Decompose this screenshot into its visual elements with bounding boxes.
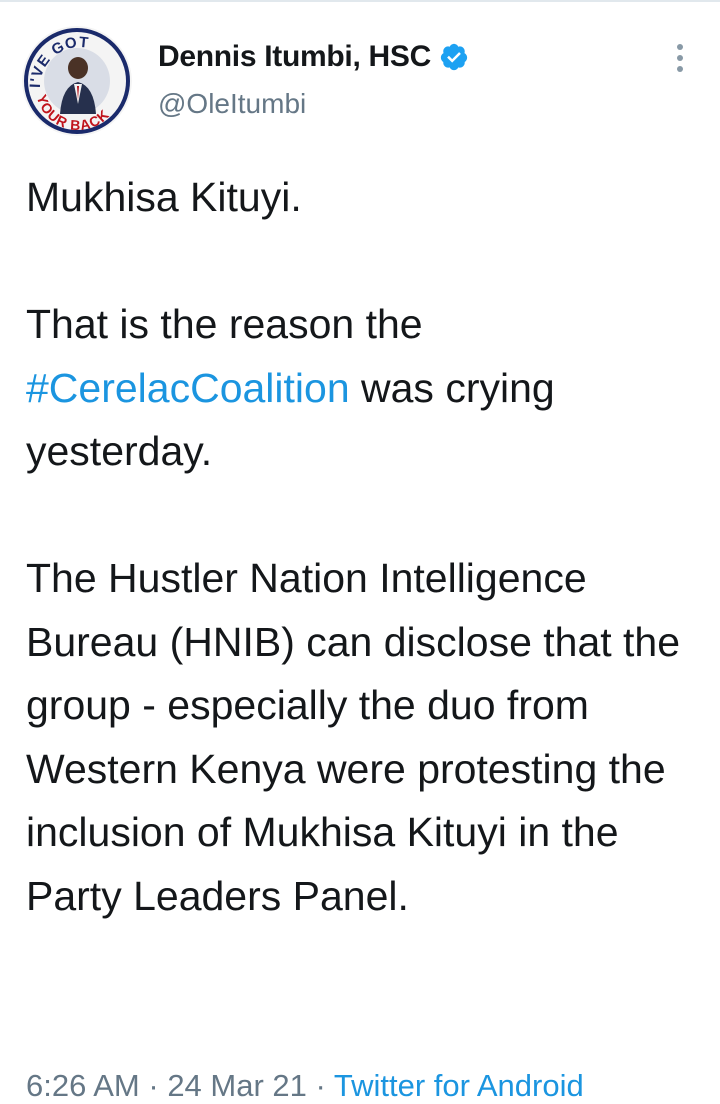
verified-badge-icon: [439, 42, 469, 72]
author-display-name[interactable]: Dennis Itumbi, HSC: [158, 40, 431, 74]
top-divider: [0, 0, 720, 2]
tweet-text: Mukhisa Kituyi. That is the reason the #…: [26, 166, 696, 928]
tweet-paragraph-3: The Hustler Nation Intelligence Bureau (…: [26, 555, 681, 919]
tweet-date[interactable]: 24 Mar 21: [167, 1068, 307, 1103]
tweet-paragraph-1: Mukhisa Kituyi.: [26, 174, 302, 220]
tweet-paragraph-2: That is the reason the #CerelacCoalition…: [26, 301, 555, 474]
tweet-source-link[interactable]: Twitter for Android: [334, 1068, 584, 1103]
author-name-row[interactable]: Dennis Itumbi, HSC: [158, 38, 469, 76]
hashtag-link[interactable]: #CerelacCoalition: [26, 365, 350, 411]
avatar[interactable]: I'VE GOT YOUR BACK: [22, 26, 132, 136]
author-handle[interactable]: @OleItumbi: [158, 88, 306, 120]
tweet-time[interactable]: 6:26 AM: [26, 1068, 140, 1103]
tweet-meta: 6:26 AM · 24 Mar 21 · Twitter for Androi…: [26, 1068, 584, 1103]
avatar-image: I'VE GOT YOUR BACK: [22, 26, 132, 136]
more-options-icon[interactable]: [666, 40, 694, 76]
